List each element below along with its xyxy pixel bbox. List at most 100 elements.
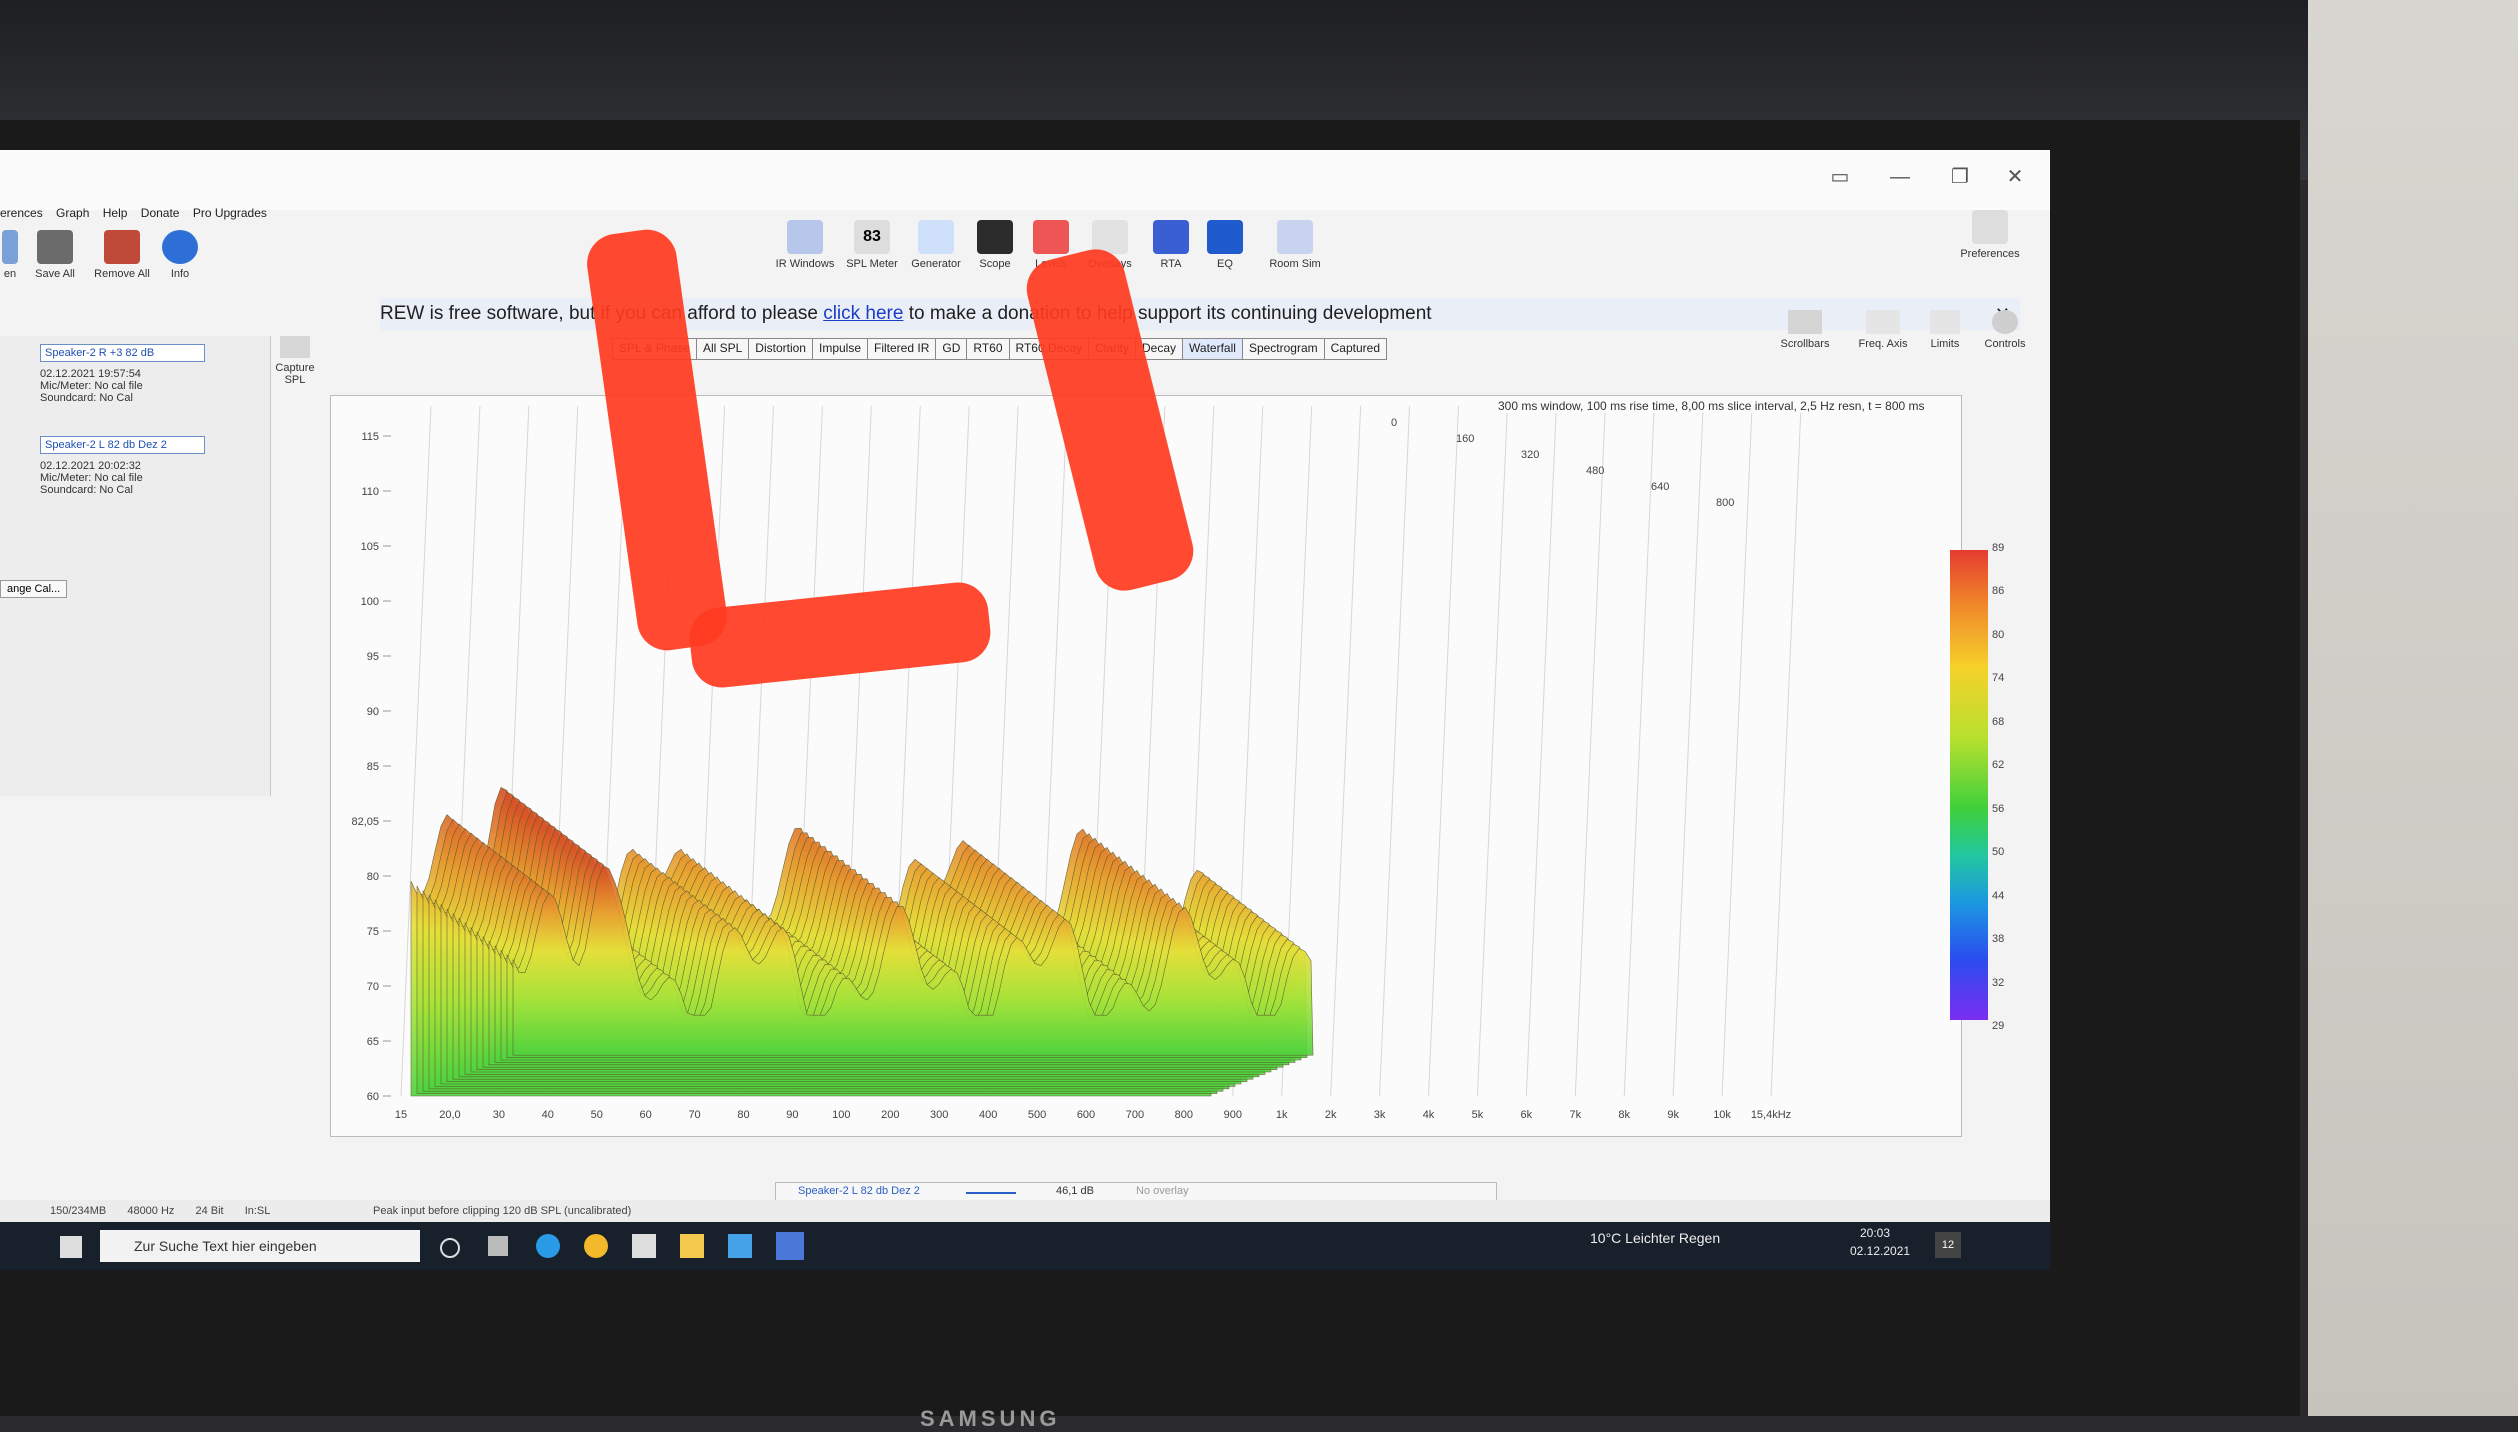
maximize-button[interactable]: ❐ — [1940, 162, 1980, 192]
cortana-icon[interactable] — [440, 1238, 460, 1258]
gear-icon — [1992, 310, 2018, 334]
legend-line — [966, 1192, 1016, 1194]
save-all-button[interactable]: Save All — [30, 230, 80, 280]
x-tick-label: 50 — [591, 1109, 603, 1121]
close-button[interactable]: ✕ — [1995, 162, 2035, 192]
scrollbars-button[interactable]: Scrollbars — [1770, 310, 1840, 350]
color-scale-tick: 29 — [1992, 1020, 2005, 1032]
preferences-button[interactable]: Preferences — [1950, 210, 2030, 260]
capture-button[interactable]: Capture SPL — [270, 336, 320, 386]
y-tick-label: 75 — [367, 926, 379, 938]
measurement-date: 02.12.2021 19:57:54 — [40, 368, 141, 380]
task-view-icon[interactable] — [488, 1236, 508, 1256]
generator-button[interactable]: Generator — [906, 220, 966, 270]
remove-all-button[interactable]: Remove All — [92, 230, 152, 280]
grid-line — [1574, 405, 1606, 1097]
measurement-item[interactable]: Speaker-2 L 82 db Dez 2 02.12.2021 20:02… — [40, 436, 260, 496]
limits-button[interactable]: Limits — [1920, 310, 1970, 350]
color-scale-tick: 68 — [1992, 715, 2005, 728]
tab-waterfall[interactable]: Waterfall — [1182, 338, 1243, 360]
status-bar: 150/234MB 48000 Hz 24 Bit In:SL Peak inp… — [0, 1200, 2050, 1222]
x-tick-label: 80 — [737, 1109, 749, 1121]
open-icon — [2, 230, 18, 264]
spl-meter-button[interactable]: 83 SPL Meter — [842, 220, 902, 270]
time-tick-label: 640 — [1651, 481, 1669, 493]
menu-graph[interactable]: Graph — [56, 206, 89, 220]
eq-button[interactable]: EQ — [1200, 220, 1250, 270]
levels-icon — [1033, 220, 1069, 254]
windows-start-icon[interactable] — [60, 1236, 82, 1258]
donation-text-after: to make a donation to help support its c… — [908, 303, 1432, 324]
info-button[interactable]: Info — [160, 230, 200, 280]
measurement-name[interactable]: Speaker-2 R +3 82 dB — [40, 344, 205, 362]
taskbar-search[interactable]: Zur Suche Text hier eingeben — [100, 1230, 420, 1262]
background-wall-right — [2308, 0, 2518, 1416]
menu-pro-upgrades[interactable]: Pro Upgrades — [193, 206, 267, 220]
spl-label: SPL — [284, 374, 306, 386]
tab-impulse[interactable]: Impulse — [811, 338, 869, 360]
room-sim-icon — [1277, 220, 1313, 254]
x-tick-label: 1k — [1276, 1109, 1288, 1121]
save-icon — [37, 230, 73, 264]
open-button[interactable]: en — [0, 230, 20, 280]
weather-status[interactable]: 10°C Leichter Regen — [1590, 1230, 1720, 1246]
measurement-name[interactable]: Speaker-2 L 82 db Dez 2 — [40, 436, 205, 454]
chrome-icon[interactable] — [584, 1234, 608, 1258]
tab-captured[interactable]: Captured — [1323, 338, 1388, 360]
legend-overlay: No overlay — [1136, 1185, 1189, 1197]
status-samplerate: 48000 Hz — [127, 1205, 175, 1217]
generator-label: Generator — [911, 258, 961, 270]
ir-windows-button[interactable]: IR Windows — [770, 220, 840, 270]
rew-taskbar-icon[interactable] — [776, 1232, 804, 1260]
room-sim-button[interactable]: Room Sim — [1260, 220, 1330, 270]
photos-icon[interactable] — [728, 1234, 752, 1258]
menu-donate[interactable]: Donate — [141, 206, 180, 220]
controls-button[interactable]: Controls — [1975, 310, 2035, 350]
ir-windows-icon — [787, 220, 823, 254]
legend: Speaker-2 L 82 db Dez 2 46,1 dB No overl… — [775, 1182, 1497, 1202]
taskbar-app-icons — [440, 1230, 820, 1262]
y-tick-label: 95 — [367, 651, 379, 663]
range-cal-button[interactable]: ange Cal... — [0, 580, 68, 598]
minimize-button[interactable]: — — [1880, 162, 1920, 192]
ir-windows-label: IR Windows — [775, 258, 835, 270]
tab-gd[interactable]: GD — [935, 338, 968, 360]
camera-icon — [280, 336, 310, 358]
status-peak: Peak input before clipping 120 dB SPL (u… — [373, 1205, 632, 1217]
scope-button[interactable]: Scope — [970, 220, 1020, 270]
x-tick-label: 10k — [1713, 1109, 1731, 1121]
tab-spectrogram[interactable]: Spectrogram — [1241, 338, 1325, 360]
x-tick-label: 300 — [930, 1109, 948, 1121]
x-tick-label: 5k — [1472, 1109, 1484, 1121]
color-scale-tick: 80 — [1992, 628, 2005, 641]
explorer-icon[interactable] — [680, 1234, 704, 1258]
edge-icon[interactable] — [536, 1234, 560, 1258]
rta-label: RTA — [1160, 258, 1182, 270]
spl-meter-icon: 83 — [854, 220, 890, 254]
status-bits: 24 Bit — [195, 1205, 224, 1217]
restore-icon[interactable]: ▭ — [1820, 162, 1860, 192]
y-tick-label: 85 — [367, 761, 379, 773]
tab-distortion[interactable]: Distortion — [748, 338, 813, 360]
x-tick-label: 2k — [1325, 1109, 1337, 1121]
store-icon[interactable] — [632, 1234, 656, 1258]
tab-rt60[interactable]: RT60 — [966, 338, 1010, 360]
notification-button[interactable]: 12 — [1935, 1232, 1961, 1258]
grid-line — [1721, 405, 1753, 1097]
rta-button[interactable]: RTA — [1146, 220, 1196, 270]
right-tools: Scrollbars Freq. Axis Limits Controls — [1770, 310, 2040, 370]
x-tick-label: 600 — [1077, 1109, 1095, 1121]
menu-preferences[interactable]: erences — [0, 206, 43, 220]
spl-meter-label: SPL Meter — [846, 258, 898, 270]
donation-link[interactable]: click here — [823, 303, 903, 324]
x-tick-label: 40 — [542, 1109, 554, 1121]
measurement-item[interactable]: Speaker-2 R +3 82 dB 02.12.2021 19:57:54… — [40, 344, 260, 404]
freq-axis-button[interactable]: Freq. Axis — [1848, 310, 1918, 350]
x-tick-label: 700 — [1126, 1109, 1144, 1121]
info-label: Info — [170, 268, 190, 280]
menu-help[interactable]: Help — [103, 206, 128, 220]
tab-all-spl[interactable]: All SPL — [695, 338, 750, 360]
tab-filtered-ir[interactable]: Filtered IR — [867, 338, 937, 360]
y-tick-label: 100 — [361, 596, 379, 608]
x-tick-label: 8k — [1618, 1109, 1630, 1121]
